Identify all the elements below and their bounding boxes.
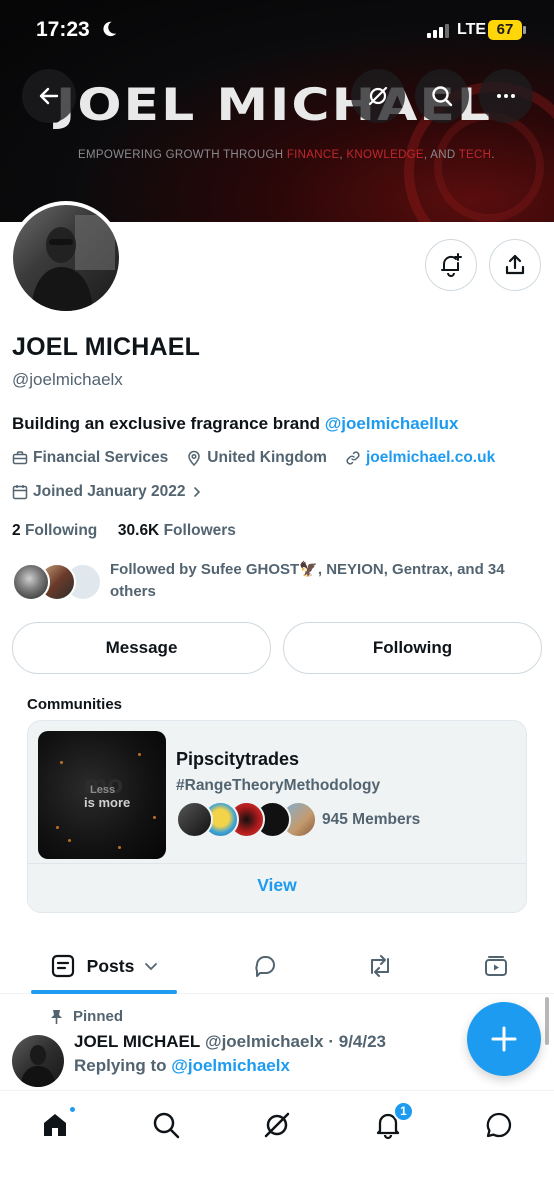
- media-icon: [485, 956, 507, 976]
- community-view-button[interactable]: View: [28, 875, 526, 896]
- communities-label: Communities: [27, 696, 123, 713]
- back-button[interactable]: [22, 69, 76, 123]
- nav-home[interactable]: [35, 1105, 77, 1145]
- more-icon: [497, 94, 515, 98]
- pin-icon: [51, 1009, 62, 1024]
- search-icon: [153, 1112, 180, 1139]
- scrollbar[interactable]: [545, 997, 549, 1045]
- home-icon: [44, 1114, 66, 1136]
- followers-stat[interactable]: 30.6K Followers: [118, 522, 236, 539]
- chevron-right-icon: [193, 487, 200, 497]
- profile-bio: Building an exclusive fragrance brand @j…: [12, 414, 458, 434]
- share-button[interactable]: [489, 239, 541, 291]
- briefcase-icon: [12, 451, 28, 465]
- community-card[interactable]: mo Less is more Pipscitytrades #RangeThe…: [27, 720, 527, 913]
- posts-icon: [51, 954, 74, 978]
- nav-messages[interactable]: [479, 1105, 519, 1145]
- arrow-left-icon: [39, 87, 59, 105]
- messages-icon: [486, 1112, 512, 1138]
- search-icon: [432, 86, 453, 107]
- reply-icon: [255, 956, 275, 977]
- signal-icon: [427, 24, 451, 38]
- location-pin-icon: [188, 450, 201, 466]
- avatar: [176, 801, 213, 838]
- follow-stats: 2 Following 30.6K Followers: [12, 522, 236, 540]
- grok-icon: [264, 1112, 290, 1138]
- tweet-replying-to: Replying to @joelmichaelx: [74, 1056, 290, 1075]
- calendar-icon: [12, 485, 28, 500]
- following-stat[interactable]: 2 Following: [12, 522, 97, 539]
- followed-by-text[interactable]: Followed by Sufee GHOST🦅, NEYION, Gentra…: [110, 559, 530, 603]
- bottom-nav: 1: [0, 1090, 554, 1199]
- following-button[interactable]: Following: [283, 622, 542, 674]
- nav-search[interactable]: [146, 1105, 186, 1145]
- nav-notifications[interactable]: 1: [368, 1101, 414, 1145]
- battery-indicator: 67: [488, 20, 526, 40]
- replying-to-link[interactable]: @joelmichaelx: [171, 1056, 290, 1075]
- network-type: LTE: [457, 21, 487, 38]
- card-divider: [28, 863, 526, 864]
- bell-plus-icon: [441, 253, 462, 277]
- profile-avatar[interactable]: [9, 201, 123, 315]
- nav-grok[interactable]: [257, 1105, 297, 1145]
- plus-icon: [491, 1026, 517, 1052]
- tweet-header[interactable]: JOEL MICHAEL @joelmichaelx · 9/4/23: [74, 1032, 386, 1052]
- compose-button[interactable]: [467, 1002, 541, 1076]
- profile-tabs: Posts: [0, 938, 554, 994]
- tab-reposts[interactable]: [355, 938, 405, 994]
- community-tag: #RangeTheoryMethodology: [176, 777, 381, 794]
- grok-icon: [368, 86, 388, 106]
- notifications-toggle-button[interactable]: [425, 239, 477, 291]
- tab-media[interactable]: [471, 938, 521, 994]
- share-icon: [505, 254, 525, 275]
- joined-row[interactable]: Joined January 2022: [12, 483, 225, 501]
- tab-replies[interactable]: [240, 938, 290, 994]
- grok-button[interactable]: [351, 69, 405, 123]
- profile-joined[interactable]: Joined January 2022: [12, 483, 207, 501]
- avatar-photo: [13, 205, 119, 311]
- community-member-count: 945 Members: [322, 811, 421, 828]
- community-name: Pipscitytrades: [176, 749, 300, 769]
- tab-posts[interactable]: Posts: [31, 938, 177, 994]
- profile-meta-row: Financial Services United Kingdom joelmi…: [12, 449, 513, 467]
- active-tab-indicator: [31, 990, 177, 994]
- link-icon: [346, 451, 360, 465]
- profile-location: United Kingdom: [186, 449, 327, 467]
- community-thumbnail: mo Less is more: [38, 731, 166, 859]
- status-time: 17:23: [36, 18, 90, 41]
- avatar: [12, 563, 50, 601]
- tweet-author-name: JOEL MICHAEL: [74, 1032, 201, 1051]
- profile-website[interactable]: joelmichael.co.uk: [345, 449, 495, 467]
- community-member-avatars: [176, 801, 317, 839]
- website-link[interactable]: joelmichael.co.uk: [366, 449, 495, 467]
- profile-name: JOEL MICHAEL: [12, 333, 201, 361]
- tweet-avatar[interactable]: [12, 1035, 64, 1087]
- message-button[interactable]: Message: [12, 622, 271, 674]
- bio-text: Building an exclusive fragrance brand: [12, 414, 325, 433]
- more-button[interactable]: [479, 69, 533, 123]
- home-unread-dot: [68, 1105, 77, 1114]
- profile-category: Financial Services: [12, 449, 168, 467]
- bio-mention-link[interactable]: @joelmichaellux: [325, 414, 459, 433]
- chevron-down-icon: [145, 963, 158, 971]
- followed-by-avatars[interactable]: [12, 563, 102, 603]
- pinned-label: Pinned: [50, 1008, 123, 1025]
- repost-icon: [371, 955, 389, 977]
- tab-posts-label: Posts: [86, 955, 135, 976]
- profile-handle: @joelmichaelx: [12, 370, 123, 389]
- banner-tagline: EMPOWERING GROWTH THROUGH FINANCE, KNOWL…: [78, 149, 495, 161]
- moon-icon: [103, 21, 117, 37]
- tweet-meta: @joelmichaelx · 9/4/23: [205, 1032, 386, 1051]
- search-button[interactable]: [415, 69, 469, 123]
- status-bar: 17:23 LTE 67: [0, 0, 554, 60]
- notifications-badge: 1: [393, 1101, 414, 1122]
